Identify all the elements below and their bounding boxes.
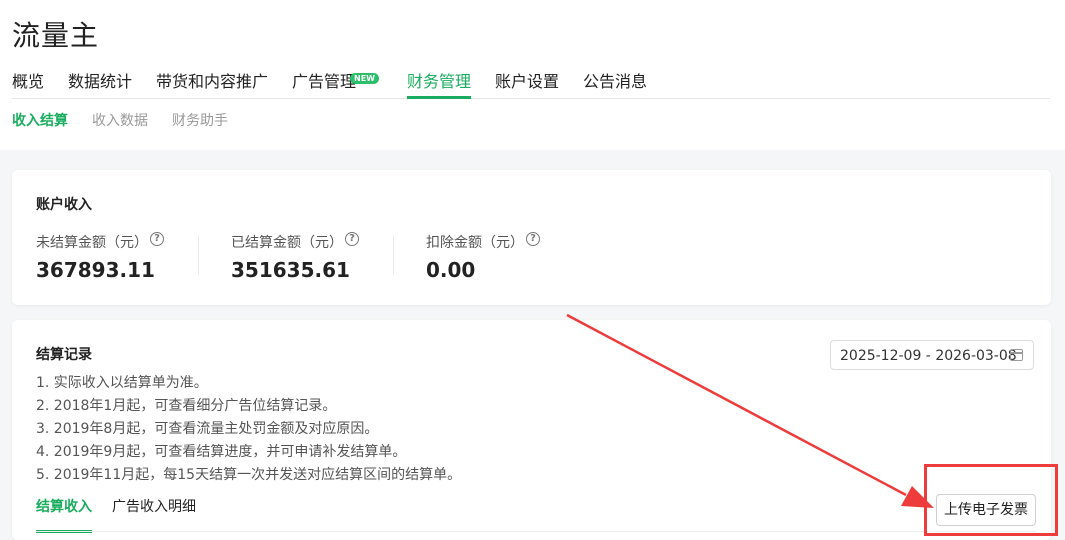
annotation-arrow bbox=[566, 313, 934, 508]
annotation-highlight-box bbox=[924, 464, 1058, 536]
arrow-line bbox=[566, 313, 907, 497]
